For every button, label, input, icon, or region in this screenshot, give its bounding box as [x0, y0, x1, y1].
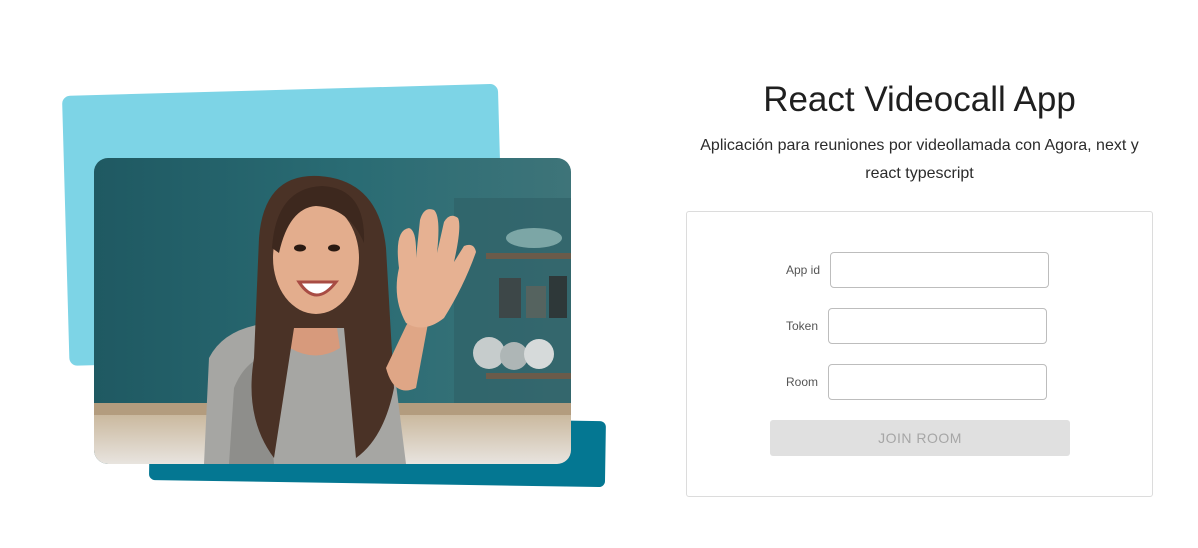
page: React Videocall App Aplicación para reun…: [0, 0, 1198, 548]
hero-illustration: [0, 0, 640, 548]
token-row: Token: [782, 308, 1047, 344]
join-room-button[interactable]: JOIN ROOM: [770, 420, 1070, 456]
room-label: Room: [785, 375, 818, 389]
page-subtitle: Aplicación para reuniones por videollama…: [700, 137, 1139, 182]
join-form-card: App id Token Room JOIN ROOM: [686, 211, 1153, 497]
page-title: React Videocall App: [763, 80, 1076, 119]
room-row: Room: [782, 364, 1047, 400]
room-input[interactable]: [828, 364, 1047, 400]
app-id-label: App id: [785, 263, 820, 277]
hero-photo: [94, 158, 571, 464]
app-id-input[interactable]: [830, 252, 1049, 288]
token-label: Token: [785, 319, 818, 333]
token-input[interactable]: [828, 308, 1047, 344]
app-id-row: App id: [784, 252, 1049, 288]
woman-waving-photo-icon: [94, 158, 571, 464]
